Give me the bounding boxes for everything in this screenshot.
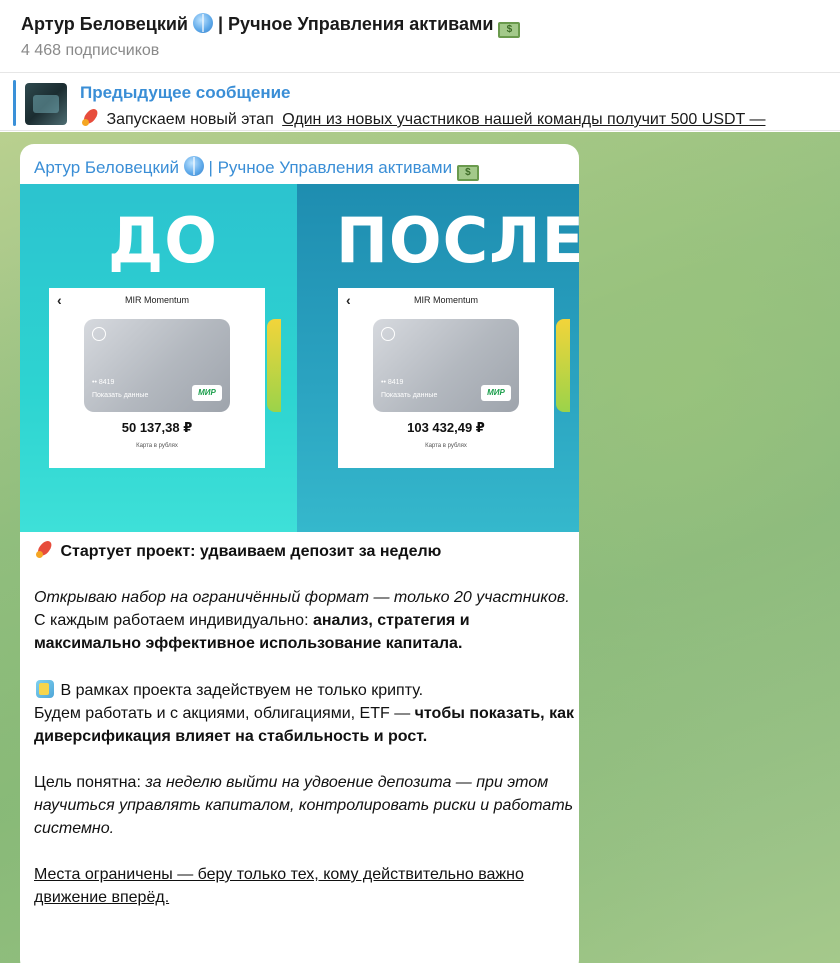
pinned-preview-text: Запускаем новый этап bbox=[106, 111, 274, 128]
rocket-icon bbox=[80, 107, 102, 127]
message-para-diversification: Будем работать и с акциями, облигациями,… bbox=[34, 705, 574, 745]
message-para-goal: Цель понятна: за неделю выйти на удвоени… bbox=[34, 774, 574, 837]
money-icon: $ bbox=[498, 22, 521, 38]
channel-title-suffix: | Ручное Управления активами bbox=[218, 14, 494, 34]
balance-before: 50 137,38 ₽ bbox=[121, 420, 193, 435]
next-card-peek bbox=[556, 319, 570, 412]
pinned-label: Предыдущее сообщение bbox=[80, 83, 291, 102]
message-photo[interactable]: ДО ПОСЛЕ ‹ MIR Momentum •• 8419 Показать… bbox=[20, 184, 579, 532]
phone-screen-after: ‹ MIR Momentum •• 8419 Показать данные М… bbox=[338, 288, 570, 468]
check-icon bbox=[381, 327, 395, 341]
chart-icon bbox=[34, 678, 56, 700]
message-text: Стартует проект: удваиваем депозит за не… bbox=[34, 539, 574, 909]
message-headline: Стартует проект: удваиваем депозит за не… bbox=[34, 539, 574, 563]
message-bubble[interactable]: Артур Беловецкий | Ручное Управления акт… bbox=[20, 144, 579, 963]
pinned-thumbnail bbox=[25, 83, 67, 125]
message-para-diversification-intro: В рамках проекта задействуем не только к… bbox=[34, 678, 574, 702]
mir-logo: МИР bbox=[481, 385, 511, 401]
card-number: •• 8419 bbox=[381, 379, 404, 386]
bank-card: •• 8419 Показать данные МИР bbox=[373, 319, 519, 412]
channel-title: Артур Беловецкий | Ручное Управления акт… bbox=[21, 13, 521, 38]
globe-icon bbox=[183, 156, 204, 176]
card-title: MIR Momentum bbox=[413, 295, 478, 305]
check-icon bbox=[92, 327, 106, 341]
subscriber-count: 4 468 подписчиков bbox=[21, 42, 160, 59]
pinned-message-bar[interactable]: Предыдущее сообщение Запускаем новый эта… bbox=[0, 74, 840, 131]
card-show-details: Показать данные bbox=[92, 392, 149, 399]
next-card-peek bbox=[267, 319, 281, 412]
pinned-preview: Запускаем новый этап Один из новых участ… bbox=[80, 107, 765, 129]
pinned-indicator bbox=[13, 80, 16, 126]
pinned-preview-link[interactable]: Один из новых участников нашей команды п… bbox=[282, 111, 765, 128]
chat-header[interactable]: Артур Беловецкий | Ручное Управления акт… bbox=[0, 0, 840, 73]
message-para-limited[interactable]: Места ограничены — беру только тех, кому… bbox=[34, 863, 574, 909]
card-show-details: Показать данные bbox=[381, 392, 438, 399]
channel-title-name: Артур Беловецкий bbox=[21, 14, 188, 34]
mir-logo: МИР bbox=[192, 385, 222, 401]
money-icon: $ bbox=[456, 165, 479, 181]
message-para-intro: Открываю набор на ограничённый формат — … bbox=[34, 589, 570, 606]
card-currency-note: Карта в рублях bbox=[425, 443, 467, 449]
message-para-individual: С каждым работаем индивидуально: анализ,… bbox=[34, 612, 470, 652]
before-label: ДО bbox=[108, 204, 218, 277]
message-author-channel: | Ручное Управления активами bbox=[208, 158, 453, 177]
card-currency-note: Карта в рублях bbox=[136, 443, 178, 449]
message-author[interactable]: Артур Беловецкий | Ручное Управления акт… bbox=[34, 156, 479, 181]
card-title: MIR Momentum bbox=[124, 295, 189, 305]
bank-card: •• 8419 Показать данные МИР bbox=[84, 319, 230, 412]
message-author-name: Артур Беловецкий bbox=[34, 158, 179, 177]
globe-icon bbox=[193, 13, 213, 33]
rocket-icon bbox=[34, 539, 56, 559]
balance-after: 103 432,49 ₽ bbox=[407, 420, 485, 435]
after-label: ПОСЛЕ bbox=[336, 204, 579, 277]
card-number: •• 8419 bbox=[92, 379, 115, 386]
phone-screen-before: ‹ MIR Momentum •• 8419 Показать данные М… bbox=[49, 288, 281, 468]
